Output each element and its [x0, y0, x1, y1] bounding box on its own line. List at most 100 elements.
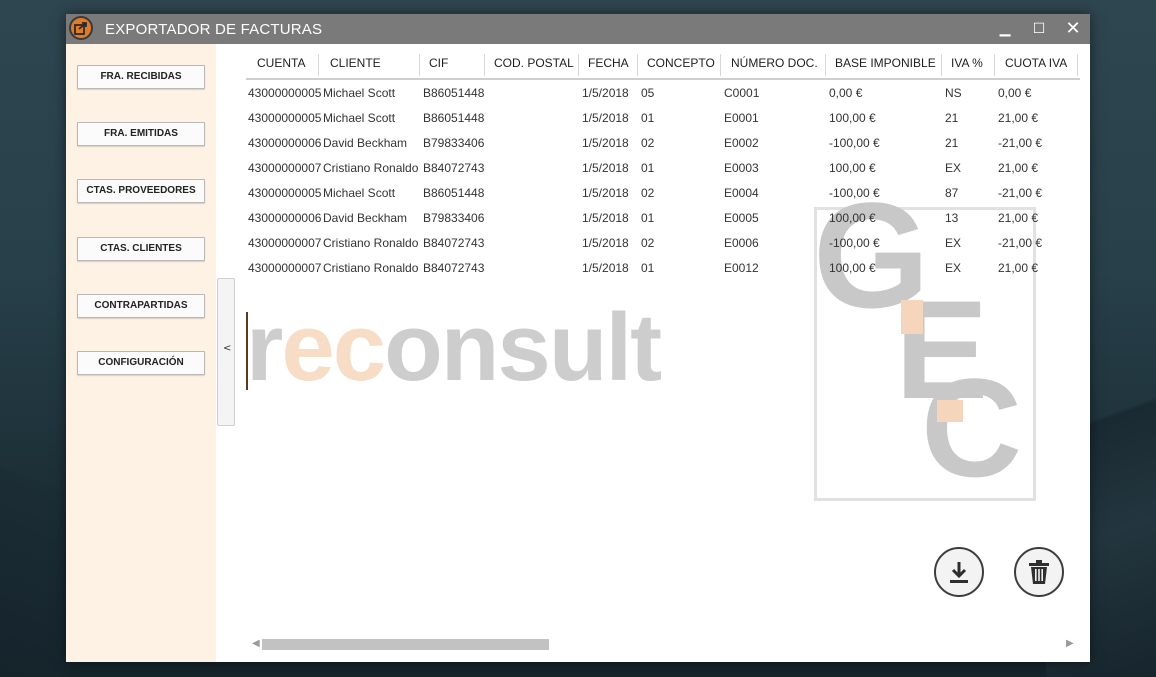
cell-cuenta: 43000000006 [248, 136, 322, 150]
cell-iva-pct: NS [945, 86, 962, 100]
title-bar[interactable]: EXPORTADOR DE FACTURAS ▁ ☐ ✕ [66, 14, 1090, 44]
cell-cif: B84072743 [423, 261, 485, 275]
delete-button[interactable] [1014, 547, 1064, 597]
contrapartidas-button[interactable]: CONTRAPARTIDAS [77, 294, 205, 318]
column-header-cuenta[interactable]: CUENTA [257, 56, 305, 78]
cell-cif: B86051448 [423, 111, 485, 125]
gec-watermark-logo: G E C [813, 180, 1036, 501]
cell-fecha: 1/5/2018 [582, 211, 629, 225]
cell-numero-doc: E0012 [724, 261, 759, 275]
cell-cuenta: 43000000005 [248, 186, 322, 200]
column-header-cliente[interactable]: CLIENTE [330, 56, 381, 78]
cell-base-imponible: -100,00 € [829, 236, 880, 250]
cell-cliente: David Beckham [323, 211, 408, 225]
column-header-fecha[interactable]: FECHA [588, 56, 629, 78]
cell-fecha: 1/5/2018 [582, 111, 629, 125]
cell-numero-doc: E0005 [724, 211, 759, 225]
cell-cif: B84072743 [423, 236, 485, 250]
sidebar-collapse-button[interactable]: < [217, 278, 235, 426]
ctas-proveedores-button[interactable]: CTAS. PROVEEDORES [77, 179, 205, 203]
cell-cliente: Cristiano Ronaldo [323, 236, 419, 250]
column-header-numero-doc[interactable]: NÚMERO DOC. [731, 56, 818, 78]
fra-recibidas-button[interactable]: FRA. RECIBIDAS [77, 65, 205, 89]
cell-base-imponible: 0,00 € [829, 86, 863, 100]
maximize-button[interactable]: ☐ [1022, 14, 1056, 44]
cell-cuota-iva: 0,00 € [998, 86, 1032, 100]
scroll-left-arrow[interactable]: ◀ [252, 638, 260, 649]
cell-numero-doc: E0003 [724, 161, 759, 175]
column-header-concepto[interactable]: CONCEPTO [647, 56, 715, 78]
fra-emitidas-button[interactable]: FRA. EMITIDAS [77, 122, 205, 146]
cell-cuota-iva: -21,00 € [998, 236, 1043, 250]
app-window: EXPORTADOR DE FACTURAS ▁ ☐ ✕ FRA. RECIBI… [66, 14, 1090, 662]
cell-cuenta: 43000000007 [248, 261, 322, 275]
cell-fecha: 1/5/2018 [582, 136, 629, 150]
cell-concepto: 05 [641, 86, 655, 100]
cell-iva-pct: EX [945, 236, 962, 250]
cell-cuota-iva: 21,00 € [998, 261, 1039, 275]
cell-fecha: 1/5/2018 [582, 186, 629, 200]
cell-fecha: 1/5/2018 [582, 161, 629, 175]
cell-concepto: 01 [641, 261, 655, 275]
cell-base-imponible: -100,00 € [829, 186, 880, 200]
cell-concepto: 02 [641, 136, 655, 150]
cell-cuenta: 43000000007 [248, 161, 322, 175]
reconsult-watermark: reconsult [246, 294, 662, 401]
cell-concepto: 02 [641, 186, 655, 200]
scroll-right-arrow[interactable]: ▶ [1066, 638, 1074, 649]
column-header-iva-pct[interactable]: IVA % [951, 56, 983, 78]
ctas-clientes-button[interactable]: CTAS. CLIENTES [77, 237, 205, 261]
configuracion-button[interactable]: CONFIGURACIÓN [77, 351, 205, 375]
cell-fecha: 1/5/2018 [582, 86, 629, 100]
cell-concepto: 02 [641, 236, 655, 250]
column-header-cod-postal[interactable]: COD. POSTAL [494, 56, 574, 78]
column-header-cif[interactable]: CIF [429, 56, 448, 78]
background-mountain-left [0, 377, 70, 677]
watermark-caret [246, 312, 248, 390]
cell-base-imponible: 100,00 € [829, 261, 876, 275]
cell-cuenta: 43000000005 [248, 111, 322, 125]
cell-iva-pct: 21 [945, 111, 959, 125]
minimize-button[interactable]: ▁ [988, 14, 1022, 44]
cell-cliente: Michael Scott [323, 186, 396, 200]
cell-iva-pct: 13 [945, 211, 959, 225]
close-button[interactable]: ✕ [1056, 14, 1090, 44]
cell-concepto: 01 [641, 111, 655, 125]
cell-iva-pct: 21 [945, 136, 959, 150]
cell-cuota-iva: 21,00 € [998, 211, 1039, 225]
cell-cif: B86051448 [423, 86, 485, 100]
column-header-base-imponible[interactable]: BASE IMPONIBLE [835, 56, 936, 78]
horizontal-scrollbar-thumb[interactable] [262, 639, 549, 650]
cell-cif: B84072743 [423, 161, 485, 175]
cell-cuota-iva: 21,00 € [998, 161, 1039, 175]
cell-iva-pct: EX [945, 161, 962, 175]
window-title: EXPORTADOR DE FACTURAS [105, 21, 323, 38]
cell-base-imponible: 100,00 € [829, 161, 876, 175]
cell-cuota-iva: 21,00 € [998, 111, 1039, 125]
cell-numero-doc: E0002 [724, 136, 759, 150]
download-icon [950, 562, 968, 583]
cell-fecha: 1/5/2018 [582, 236, 629, 250]
cell-fecha: 1/5/2018 [582, 261, 629, 275]
cell-concepto: 01 [641, 211, 655, 225]
cell-cif: B86051448 [423, 186, 485, 200]
cell-base-imponible: 100,00 € [829, 211, 876, 225]
cell-base-imponible: -100,00 € [829, 136, 880, 150]
cell-numero-doc: E0001 [724, 111, 759, 125]
cell-cif: B79833406 [423, 136, 485, 150]
cell-cliente: Michael Scott [323, 111, 396, 125]
cell-iva-pct: EX [945, 261, 962, 275]
cell-cuenta: 43000000006 [248, 211, 322, 225]
cell-numero-doc: C0001 [724, 86, 760, 100]
cell-cuota-iva: -21,00 € [998, 186, 1043, 200]
cell-concepto: 01 [641, 161, 655, 175]
cell-numero-doc: E0006 [724, 236, 759, 250]
column-header-cuota-iva[interactable]: CUOTA IVA [1005, 56, 1067, 78]
trash-icon [1029, 560, 1049, 584]
cell-numero-doc: E0004 [724, 186, 759, 200]
cell-cliente: David Beckham [323, 136, 408, 150]
download-button[interactable] [934, 547, 984, 597]
cell-cuenta: 43000000007 [248, 236, 322, 250]
cell-cliente: Cristiano Ronaldo [323, 161, 419, 175]
cell-cuota-iva: -21,00 € [998, 136, 1043, 150]
